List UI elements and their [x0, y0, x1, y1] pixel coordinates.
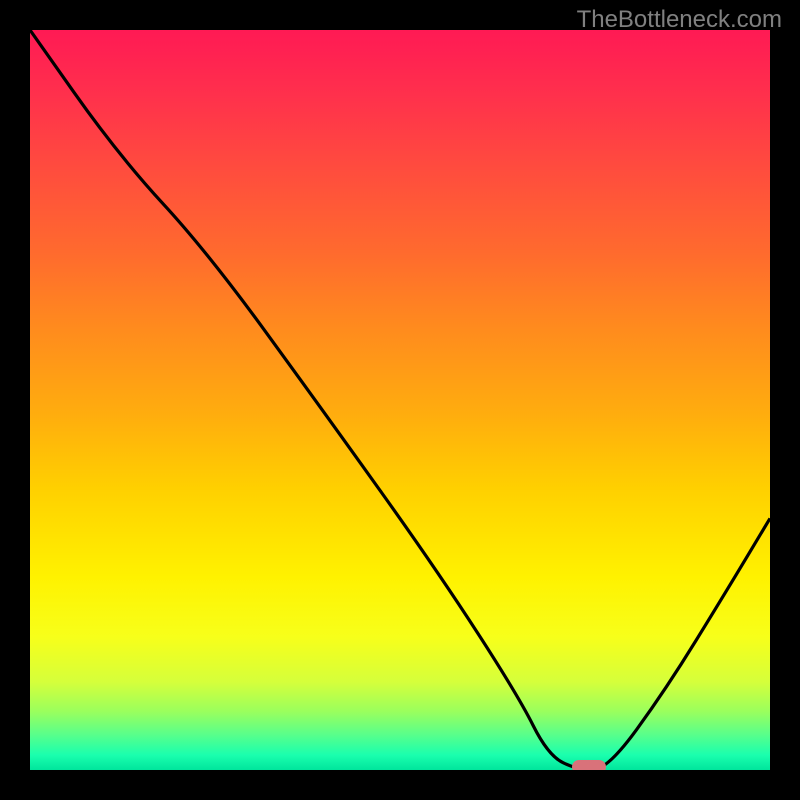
optimal-marker	[572, 760, 606, 770]
bottleneck-curve	[30, 30, 770, 770]
watermark-text: TheBottleneck.com	[577, 6, 782, 34]
curve-svg	[30, 30, 770, 770]
plot-area	[30, 30, 770, 770]
